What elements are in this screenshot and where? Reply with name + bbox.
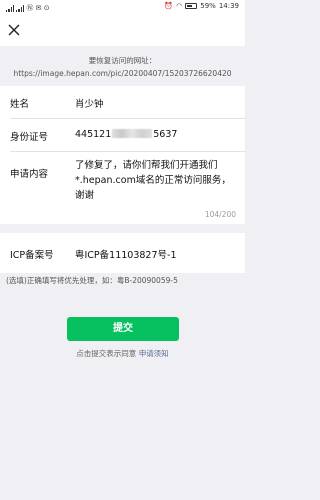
id-number-prefix: 445121	[75, 129, 112, 140]
name-field[interactable]: 肖少钟	[75, 96, 104, 110]
status-right-indicators: ⏰ ◠ 59% 14:39	[164, 2, 239, 10]
submit-button[interactable]: 提交	[67, 317, 179, 341]
icp-field[interactable]: 粤ICP备11103827号-1	[75, 247, 177, 261]
top-bar	[0, 14, 245, 46]
reason-textarea[interactable]: 了修复了，请你们帮我们开通我们*.hepan.com域名的正常访问服务，谢谢	[75, 158, 237, 203]
id-number-label: 身份证号	[10, 132, 49, 143]
id-number-row[interactable]: 身份证号 445121 5637	[0, 119, 245, 152]
agreement-link[interactable]: 申请须知	[139, 349, 169, 358]
agreement-prefix: 点击提交表示同意	[76, 349, 137, 358]
close-button[interactable]	[6, 22, 22, 38]
reason-label: 申请内容	[10, 169, 49, 180]
battery-percent: 59%	[200, 2, 216, 10]
agreement-text: 点击提交表示同意 申请须知	[0, 348, 245, 359]
url-title: 要恢复访问的网址：	[88, 56, 157, 65]
icp-hint: (选填)正确填写将优先处理，如：粤B-20090059-5	[6, 276, 178, 285]
redacted-block	[112, 129, 153, 138]
status-left-indicators: Ⓝ ✉ ⊙	[6, 3, 50, 13]
notification-icons: Ⓝ ✉ ⊙	[26, 4, 50, 12]
close-icon	[8, 24, 20, 36]
battery-icon	[185, 3, 198, 9]
wifi-icon: ◠	[176, 2, 183, 10]
name-row[interactable]: 姓名 肖少钟	[0, 86, 245, 119]
icp-row[interactable]: ICP备案号 粤ICP备11103827号-1	[0, 233, 245, 273]
signal-icon	[6, 4, 15, 12]
clock-time: 14:39	[218, 2, 239, 10]
url-section: 要恢复访问的网址： https://image.hepan.com/pic/20…	[0, 46, 245, 86]
name-label: 姓名	[10, 99, 30, 110]
status-bar: Ⓝ ✉ ⊙ ⏰ ◠ 59% 14:39	[0, 0, 245, 14]
reason-row[interactable]: 申请内容 了修复了，请你们帮我们开通我们*.hepan.com域名的正常访问服务…	[0, 152, 245, 224]
id-number-suffix: 5637	[153, 129, 178, 140]
url-value: https://image.hepan.com/pic/20200407/152…	[13, 69, 232, 78]
signal-icon-2	[16, 4, 25, 12]
icp-label: ICP备案号	[10, 250, 54, 261]
id-number-field[interactable]: 445121 5637	[75, 129, 177, 140]
alarm-icon: ⏰	[164, 2, 174, 10]
char-counter: 104/200	[204, 210, 236, 219]
